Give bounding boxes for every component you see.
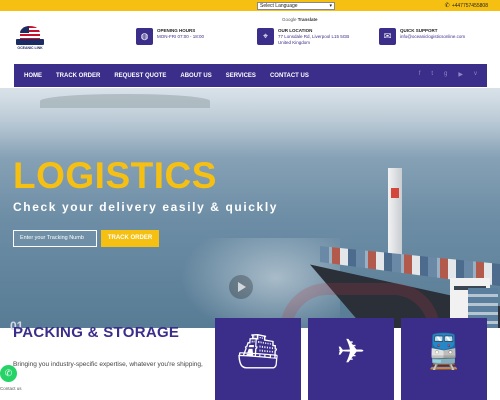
site-logo[interactable]: OCEANIC LINK bbox=[14, 26, 46, 52]
language-select[interactable]: Select Language ▾ bbox=[257, 2, 335, 10]
youtube-icon[interactable]: ▶ bbox=[458, 71, 463, 78]
location-line2[interactable]: United Kingdom bbox=[278, 40, 349, 46]
phone-number: +447757455808 bbox=[451, 2, 488, 9]
nav-about-us[interactable]: ABOUT US bbox=[173, 64, 218, 87]
nav-request-quote[interactable]: REQUEST QUOTE bbox=[107, 64, 173, 87]
vimeo-icon[interactable]: v bbox=[474, 71, 477, 78]
chat-icon: ✉ bbox=[379, 28, 396, 45]
facebook-icon[interactable]: f bbox=[419, 71, 421, 78]
ship-icon: ⛴ bbox=[236, 333, 280, 371]
nav-track-order[interactable]: TRACK ORDER bbox=[49, 64, 107, 87]
phone-icon: ✆ bbox=[444, 3, 450, 9]
nav-home[interactable]: HOME bbox=[14, 64, 49, 87]
support-email[interactable]: info@oceaniclogisticsonline.com bbox=[400, 34, 465, 40]
opening-hours-value: MON-FRI 07:00 - 18:00 bbox=[157, 34, 205, 39]
logo-name: OCEANIC LINK bbox=[17, 46, 43, 50]
phone-contact[interactable]: ✆ +447757455808 bbox=[444, 2, 488, 10]
chevron-down-icon: ▾ bbox=[329, 3, 332, 9]
tracking-number-input[interactable]: Enter your Tracking Numb bbox=[13, 230, 97, 247]
logo-truck-graphic bbox=[16, 39, 44, 45]
globe-icon: ◍ bbox=[136, 28, 153, 45]
whatsapp-label[interactable]: Contact us bbox=[0, 386, 22, 391]
quick-support: ✉ QUICK SUPPORT info@oceaniclogisticsonl… bbox=[379, 28, 465, 45]
train-icon: 🚆 bbox=[422, 333, 466, 371]
ship-mast bbox=[388, 168, 402, 258]
google-plus-icon[interactable]: g bbox=[444, 71, 447, 78]
nav-services[interactable]: SERVICES bbox=[219, 64, 263, 87]
twitter-icon[interactable]: t bbox=[431, 71, 433, 78]
hero-island bbox=[40, 94, 210, 108]
play-video-icon[interactable] bbox=[229, 275, 253, 299]
logo-flag-graphic bbox=[20, 26, 40, 40]
opening-hours: ◍ OPENING HOURS MON-FRI 07:00 - 18:00 bbox=[136, 28, 204, 45]
track-order-button[interactable]: TRACK ORDER bbox=[101, 230, 159, 247]
section-text: Bringing you industry-specific expertise… bbox=[13, 361, 203, 368]
social-links: f t g ▶ v bbox=[419, 71, 477, 78]
nav-contact-us[interactable]: CONTACT US bbox=[263, 64, 316, 87]
our-location: ⌖ OUR LOCATION 77 Lonsdale Rd, Liverpool… bbox=[257, 28, 349, 46]
main-nav: HOME TRACK ORDER REQUEST QUOTE ABOUT US … bbox=[14, 64, 487, 87]
google-translate-label: Translate bbox=[297, 17, 318, 22]
language-select-value: Select Language bbox=[260, 3, 298, 9]
map-pin-icon: ⌖ bbox=[257, 28, 274, 45]
top-bar: Select Language ▾ ✆ +447757455808 bbox=[0, 0, 500, 11]
whatsapp-icon[interactable]: ✆ bbox=[0, 365, 17, 382]
hero-subtitle: Check your delivery easily & quickly bbox=[13, 200, 279, 214]
google-translate-credit[interactable]: Google Translate bbox=[282, 17, 318, 22]
service-card-rail[interactable]: 🚆 bbox=[401, 318, 487, 400]
service-card-sea[interactable]: ⛴ bbox=[215, 318, 301, 400]
google-translate-prefix: Google bbox=[282, 17, 297, 22]
airplane-icon: ✈ bbox=[336, 333, 366, 371]
service-card-air[interactable]: ✈ bbox=[308, 318, 394, 400]
hero-title: LOGISTICS bbox=[13, 155, 217, 196]
section-title: PACKING & STORAGE bbox=[13, 324, 180, 341]
